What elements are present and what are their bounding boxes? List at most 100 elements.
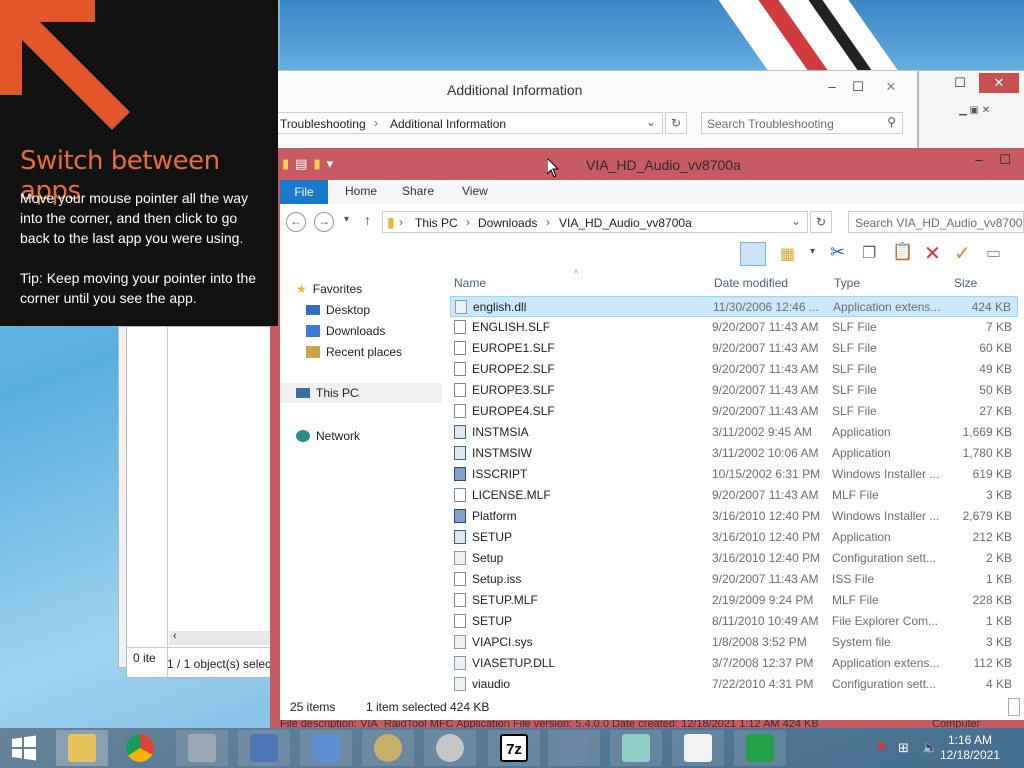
- breadcrumb-this-pc[interactable]: This PC: [415, 216, 458, 230]
- start-button[interactable]: [0, 730, 48, 766]
- file-row[interactable]: Setup.iss 9/20/2007 11:43 AM ISS File 1 KB: [450, 569, 1018, 590]
- file-row[interactable]: SETUP 3/16/2010 12:40 PM Application 212 KB: [450, 527, 1018, 548]
- taskbar-app[interactable]: [424, 730, 476, 766]
- nav-favorites[interactable]: ★ Favorites: [296, 282, 362, 296]
- preview-pane-icon[interactable]: [740, 242, 766, 266]
- background-window[interactable]: ‹ 0 ite 1 / 1 object(s) selec: [126, 326, 278, 678]
- address-bar[interactable]: Troubleshooting › Additional Information…: [273, 112, 663, 134]
- volume-icon[interactable]: 🔈: [922, 740, 938, 756]
- background-window-right[interactable]: ☐ ✕ ▁ ▣ ✕: [918, 70, 1024, 152]
- taskbar-app[interactable]: [610, 730, 662, 766]
- scroll-left-icon[interactable]: ‹: [173, 630, 177, 642]
- taskbar-app[interactable]: [672, 730, 724, 766]
- close-icon[interactable]: ✕: [979, 73, 1019, 93]
- taskbar-app[interactable]: [176, 730, 228, 766]
- column-type[interactable]: Type: [834, 276, 860, 290]
- file-date: 2/19/2009 9:24 PM: [712, 593, 814, 607]
- quick-access-toolbar[interactable]: ▮ ▤ ▮ ▾: [282, 156, 333, 172]
- taskbar-file-explorer[interactable]: [56, 730, 108, 766]
- back-icon[interactable]: ←: [286, 212, 306, 232]
- refresh-icon[interactable]: ↻: [810, 211, 832, 233]
- file-row[interactable]: EUROPE1.SLF 9/20/2007 11:43 AM SLF File 60 …: [450, 338, 1018, 359]
- installer-icon: [454, 467, 466, 481]
- tab-file[interactable]: File: [280, 180, 328, 204]
- file-row[interactable]: SETUP.MLF 2/19/2009 9:24 PM MLF File 228 KB: [450, 590, 1018, 611]
- file-row[interactable]: LICENSE.MLF 9/20/2007 11:43 AM MLF File 3 K…: [450, 485, 1018, 506]
- file-row[interactable]: INSTMSIA 3/11/2002 9:45 AM Application 1,66…: [450, 422, 1018, 443]
- taskbar-app[interactable]: [548, 730, 600, 766]
- minimize-icon[interactable]: –: [819, 77, 845, 97]
- action-center-icon[interactable]: ⚑: [876, 740, 888, 756]
- network-icon[interactable]: ⊞: [898, 740, 909, 756]
- chevron-down-icon[interactable]: ⌄: [791, 214, 801, 228]
- file-date: 3/11/2002 10:06 AM: [712, 446, 819, 460]
- file-row[interactable]: INSTMSIW 3/11/2002 10:06 AM Application 1,7…: [450, 443, 1018, 464]
- file-row[interactable]: EUROPE2.SLF 9/20/2007 11:43 AM SLF File 49 …: [450, 359, 1018, 380]
- nav-desktop[interactable]: Desktop: [306, 303, 370, 317]
- taskbar-chrome[interactable]: [114, 730, 166, 766]
- breadcrumb-item[interactable]: Additional Information: [390, 117, 506, 131]
- rename-icon[interactable]: ✓: [954, 241, 971, 266]
- search-icon[interactable]: ⚲: [887, 115, 896, 129]
- nav-downloads[interactable]: Downloads: [306, 324, 385, 338]
- file-row[interactable]: SETUP 8/11/2010 10:49 AM File Explorer Com…: [450, 611, 1018, 632]
- new-folder-icon[interactable]: ▮: [313, 156, 320, 172]
- nav-network[interactable]: Network: [296, 429, 360, 443]
- clock[interactable]: 1:16 AM 12/18/2021: [940, 733, 1000, 763]
- paste-icon[interactable]: 📋: [892, 242, 913, 262]
- taskbar-app[interactable]: [362, 730, 414, 766]
- taskbar-store[interactable]: [734, 730, 786, 766]
- forward-icon[interactable]: →: [314, 212, 334, 232]
- breadcrumb-folder[interactable]: VIA_HD_Audio_vv8700a: [559, 216, 692, 230]
- column-date[interactable]: Date modified: [714, 276, 788, 290]
- minimize-icon[interactable]: –: [966, 150, 992, 170]
- window-controls[interactable]: ▁ ▣ ✕: [959, 105, 990, 116]
- folder-icon[interactable]: ▮: [282, 156, 289, 172]
- properties-icon[interactable]: ▭: [986, 243, 1001, 263]
- file-row[interactable]: VIASETUP.DLL 3/7/2008 12:37 PM Application…: [450, 653, 1018, 674]
- file-explorer-window[interactable]: ▮ ▤ ▮ ▾ VIA_HD_Audio_vv8700a – ☐ File Ho…: [270, 148, 1024, 728]
- taskbar-7zip[interactable]: 7z: [488, 730, 540, 766]
- file-row[interactable]: EUROPE3.SLF 9/20/2007 11:43 AM SLF File 50 …: [450, 380, 1018, 401]
- breadcrumb-item[interactable]: Troubleshooting: [280, 117, 366, 131]
- column-size[interactable]: Size: [954, 276, 977, 290]
- tab-share[interactable]: Share: [402, 184, 434, 198]
- search-input[interactable]: Search VIA_HD_Audio_vv8700a: [848, 211, 1024, 233]
- maximize-icon[interactable]: ☐: [947, 73, 973, 93]
- properties-icon[interactable]: ▤: [295, 156, 307, 172]
- up-arrow-icon[interactable]: ↑: [364, 212, 371, 228]
- nav-label: Downloads: [326, 324, 386, 338]
- tab-view[interactable]: View: [462, 184, 488, 198]
- breadcrumb-downloads[interactable]: Downloads: [478, 216, 537, 230]
- chevron-down-icon[interactable]: ⌄: [646, 115, 656, 129]
- chevron-down-icon[interactable]: ▾: [810, 246, 815, 257]
- delete-icon[interactable]: ✕: [924, 241, 941, 266]
- scrollbar[interactable]: ‹: [169, 630, 273, 645]
- file-row[interactable]: Platform 3/16/2010 12:40 PM Windows Instal…: [450, 506, 1018, 527]
- nav-recent-places[interactable]: Recent places: [306, 345, 402, 359]
- organize-icon[interactable]: ▦: [780, 244, 795, 264]
- recent-locations-icon[interactable]: ▾: [344, 214, 349, 225]
- settings-file-icon: [455, 300, 467, 314]
- taskbar-app[interactable]: [238, 730, 290, 766]
- tab-home[interactable]: Home: [345, 184, 377, 198]
- maximize-icon[interactable]: ☐: [845, 77, 871, 97]
- file-row[interactable]: english.dll 11/30/2006 12:46 ... Applicati…: [450, 296, 1018, 317]
- customize-toolbar-icon[interactable]: ▾: [327, 156, 334, 172]
- maximize-icon[interactable]: ☐: [992, 150, 1018, 170]
- cut-icon[interactable]: ✂: [830, 242, 845, 263]
- details-view-icon[interactable]: [1008, 698, 1020, 716]
- refresh-icon[interactable]: ↻: [665, 112, 687, 134]
- column-name[interactable]: Name: [454, 276, 486, 290]
- file-row[interactable]: ENGLISH.SLF 9/20/2007 11:43 AM SLF File 7 K…: [450, 317, 1018, 338]
- search-input[interactable]: Search Troubleshooting ⚲: [701, 112, 903, 134]
- file-row[interactable]: Setup 3/16/2010 12:40 PM Configuration set…: [450, 548, 1018, 569]
- file-row[interactable]: VIAPCI.sys 1/8/2008 3:52 PM System file 3 K…: [450, 632, 1018, 653]
- address-bar[interactable]: ▮ › This PC › Downloads › VIA_HD_Audio_v…: [382, 211, 808, 233]
- file-row[interactable]: ISSCRIPT 10/15/2002 6:31 PM Windows Instal…: [450, 464, 1018, 485]
- close-icon[interactable]: ✕: [871, 77, 911, 97]
- copy-icon[interactable]: ❐: [862, 243, 876, 263]
- file-row[interactable]: EUROPE4.SLF 9/20/2007 11:43 AM SLF File 27 …: [450, 401, 1018, 422]
- taskbar-app[interactable]: [300, 730, 352, 766]
- nav-this-pc[interactable]: This PC: [280, 383, 442, 403]
